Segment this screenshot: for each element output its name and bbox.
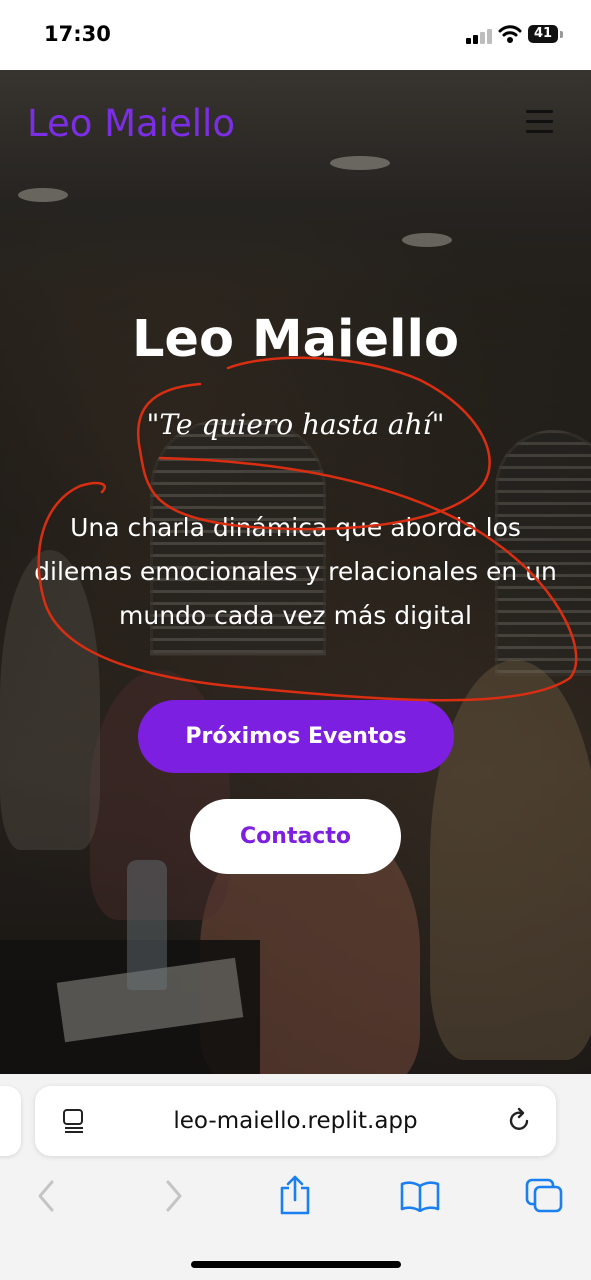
battery-level: 41 [533, 26, 553, 41]
contact-button[interactable]: Contacto [190, 799, 401, 874]
address-bar[interactable]: leo-maiello.replit.app [35, 1086, 556, 1156]
site-brand[interactable]: Leo Maiello [27, 102, 235, 145]
hero-quote: "Te quiero hasta ahí" [146, 408, 445, 441]
signal-icon [466, 28, 494, 44]
hero-section: Leo Maiello Leo Maiello "Te quiero hasta… [0, 70, 591, 1074]
previous-tab-preview[interactable] [0, 1086, 21, 1156]
back-icon[interactable] [34, 1178, 58, 1214]
wifi-icon [498, 25, 522, 43]
forward-icon[interactable] [162, 1178, 186, 1214]
safari-toolbar: leo-maiello.replit.app [0, 1074, 591, 1280]
share-icon[interactable] [278, 1174, 312, 1216]
hero-title: Leo Maiello [131, 310, 460, 369]
bookmarks-icon[interactable] [400, 1180, 440, 1212]
status-bar: 17:30 41 [0, 0, 591, 70]
battery-icon: 41 [528, 25, 558, 43]
tabs-icon[interactable] [525, 1178, 563, 1214]
status-time: 17:30 [44, 22, 111, 46]
url-text[interactable]: leo-maiello.replit.app [35, 1086, 556, 1156]
menu-icon[interactable] [526, 110, 553, 134]
home-indicator[interactable] [191, 1261, 401, 1268]
hero-description: Una charla dinámica que aborda los dilem… [34, 513, 557, 630]
battery-cap [560, 31, 563, 38]
reload-icon[interactable] [507, 1107, 533, 1135]
upcoming-events-button[interactable]: Próximos Eventos [138, 700, 454, 773]
